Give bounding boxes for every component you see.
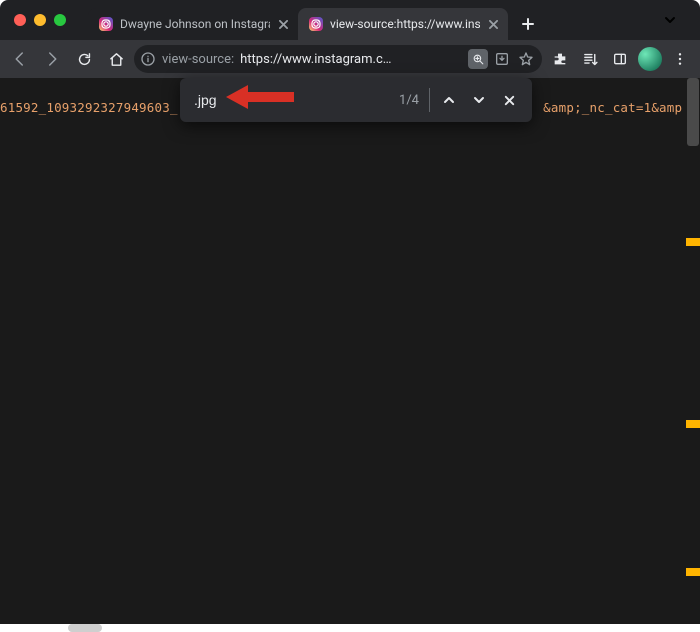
find-marker (686, 568, 700, 576)
back-button[interactable] (6, 45, 34, 73)
toolbar-right (546, 45, 694, 73)
reload-button[interactable] (70, 45, 98, 73)
address-bar[interactable]: view-source: https://www.instagram.c… (134, 45, 542, 73)
url-text: https://www.instagram.c… (240, 52, 391, 67)
side-panel-icon[interactable] (606, 45, 634, 73)
source-fragment-right: &amp;_nc_cat=1&amp;c (543, 100, 684, 115)
tabs: Dwayne Johnson on Instagram view-source:… (88, 8, 542, 40)
window-controls (14, 14, 66, 26)
close-tab-icon[interactable] (486, 17, 500, 31)
close-window-icon[interactable] (14, 14, 26, 26)
close-tab-icon[interactable] (276, 17, 290, 31)
tab-1[interactable]: Dwayne Johnson on Instagram (88, 8, 298, 40)
separator (429, 88, 430, 112)
new-tab-button[interactable] (514, 10, 542, 38)
profile-avatar[interactable] (636, 45, 664, 73)
scroll-thumb[interactable] (68, 624, 102, 632)
tab-2[interactable]: view-source:https://www.insta (298, 8, 508, 40)
zoom-icon[interactable] (468, 49, 488, 69)
find-next-button[interactable] (464, 85, 494, 115)
home-button[interactable] (102, 45, 130, 73)
maximize-window-icon[interactable] (54, 14, 66, 26)
toolbar: view-source: https://www.instagram.c… (0, 40, 700, 78)
find-prev-button[interactable] (434, 85, 464, 115)
url-prefix: view-source: (162, 52, 234, 67)
instagram-favicon (98, 16, 114, 32)
scroll-thumb[interactable] (687, 78, 699, 146)
find-count: 1/4 (399, 93, 425, 108)
browser-window: Dwayne Johnson on Instagram view-source:… (0, 0, 700, 632)
tab-title: view-source:https://www.insta (330, 17, 480, 31)
forward-button[interactable] (38, 45, 66, 73)
vertical-scrollbar[interactable] (686, 78, 700, 624)
chevron-down-icon[interactable] (650, 0, 690, 40)
page-content: 61592_1093292327949603_ &amp;_nc_cat=1&a… (0, 78, 700, 624)
site-info-icon[interactable] (140, 51, 156, 67)
find-close-button[interactable] (494, 85, 524, 115)
find-input[interactable] (188, 92, 348, 108)
find-bar: 1/4 (180, 78, 532, 122)
avatar-icon (638, 47, 662, 71)
horizontal-scrollbar[interactable] (0, 624, 700, 632)
minimize-window-icon[interactable] (34, 14, 46, 26)
reading-list-icon[interactable] (576, 45, 604, 73)
instagram-favicon (308, 16, 324, 32)
tab-title: Dwayne Johnson on Instagram (120, 17, 270, 31)
menu-icon[interactable] (666, 45, 694, 73)
bookmark-icon[interactable] (516, 51, 536, 67)
tab-strip: Dwayne Johnson on Instagram view-source:… (0, 0, 700, 40)
extensions-icon[interactable] (546, 45, 574, 73)
install-icon[interactable] (492, 51, 512, 67)
find-marker (686, 238, 700, 246)
find-marker (686, 420, 700, 428)
source-fragment-left: 61592_1093292327949603_ (0, 100, 178, 115)
